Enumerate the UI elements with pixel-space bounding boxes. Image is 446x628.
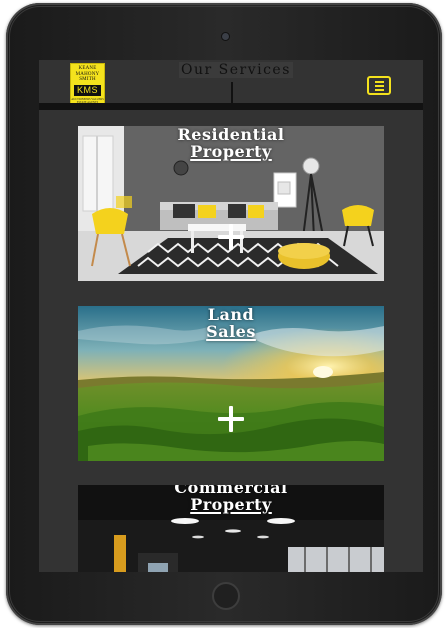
tablet-frame: KEANE MAHONY SMITH KMS AUCTIONEERS VALUE… [6,3,442,625]
logo-name: KEANE MAHONY SMITH [75,66,100,82]
camera-lens [222,33,229,40]
screen: KEANE MAHONY SMITH KMS AUCTIONEERS VALUE… [39,60,423,572]
service-card-land[interactable]: Land Sales [78,306,384,461]
service-title[interactable]: Residential Property [78,126,384,160]
site-header: KEANE MAHONY SMITH KMS AUCTIONEERS VALUE… [39,60,423,110]
header-bar [39,103,423,110]
page-title: Our Services [179,62,293,78]
hamburger-icon-bar [374,84,384,87]
logo-mark: KMS [73,84,101,96]
company-logo[interactable]: KEANE MAHONY SMITH KMS AUCTIONEERS VALUE… [70,63,105,108]
menu-button[interactable] [367,76,391,95]
service-card-residential[interactable]: Residential Property [78,126,384,281]
hamburger-icon-bar [374,88,384,91]
home-button[interactable] [212,582,240,610]
plus-icon[interactable] [218,224,244,250]
service-title[interactable]: Commercial Property [78,485,384,513]
service-card-commercial[interactable]: Commercial Property [78,485,384,572]
plus-icon[interactable] [218,406,244,432]
service-title[interactable]: Land Sales [78,306,384,340]
hamburger-icon-bar [374,80,384,83]
title-divider [231,82,233,104]
